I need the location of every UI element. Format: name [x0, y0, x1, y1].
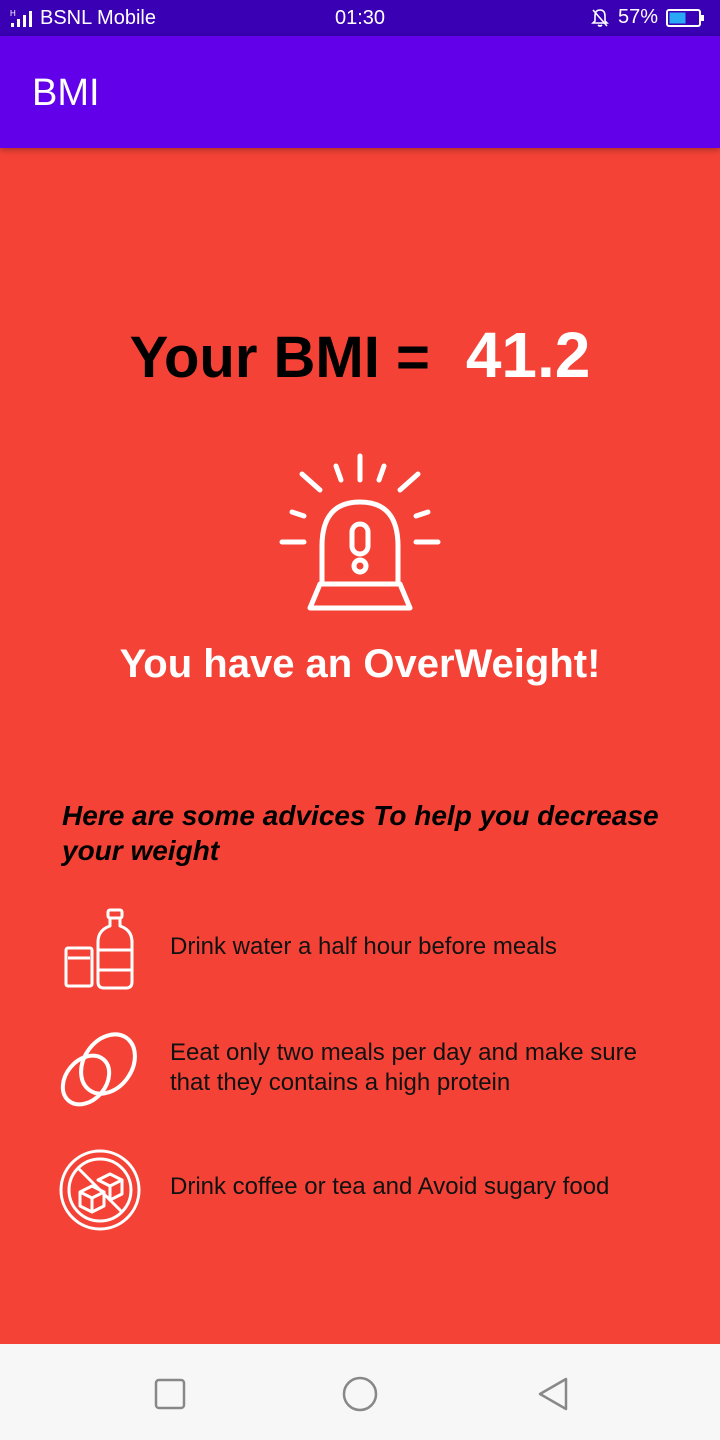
no-sugar-icon	[59, 1149, 141, 1231]
advice-item-water: Drink water a half hour before meals	[58, 908, 698, 998]
bmi-value: 41.2	[465, 319, 591, 391]
navigation-bar	[0, 1344, 720, 1440]
back-icon[interactable]	[534, 1374, 574, 1414]
battery-percent: 57%	[617, 6, 658, 28]
advice-text: Drink water a half hour before meals	[170, 933, 557, 960]
status-right: 57%	[590, 6, 706, 29]
eggs-icon	[60, 1032, 137, 1107]
advice-text: Drink coffee or tea and Avoid sugary foo…	[170, 1173, 610, 1200]
status-bar: H BSNL Mobile 01:30 57%	[0, 0, 720, 36]
recent-apps-icon[interactable]	[150, 1374, 190, 1414]
advice-text: Eeat only two meals per day and make sur…	[170, 1039, 637, 1096]
advice-item-protein: Eeat only two meals per day and make sur…	[58, 1030, 698, 1120]
app-bar: BMI	[0, 36, 720, 148]
water-bottle-glass-icon	[64, 908, 134, 990]
advice-heading: Here are some advices To help you decrea…	[62, 800, 659, 866]
result-screen: Your BMI = 41.2 You have an OverWeight! H…	[0, 148, 720, 1344]
bmi-result-line: Your BMI = 41.2	[0, 318, 720, 392]
advice-item-no-sugar: Drink coffee or tea and Avoid sugary foo…	[58, 1148, 698, 1238]
battery-icon	[666, 8, 704, 27]
bell-muted-icon	[591, 8, 609, 27]
home-icon[interactable]	[340, 1374, 380, 1414]
bmi-label: Your BMI =	[129, 325, 430, 390]
alarm-siren-icon	[279, 453, 441, 611]
app-title: BMI	[32, 72, 100, 114]
weight-verdict: You have an OverWeight!	[119, 642, 601, 686]
